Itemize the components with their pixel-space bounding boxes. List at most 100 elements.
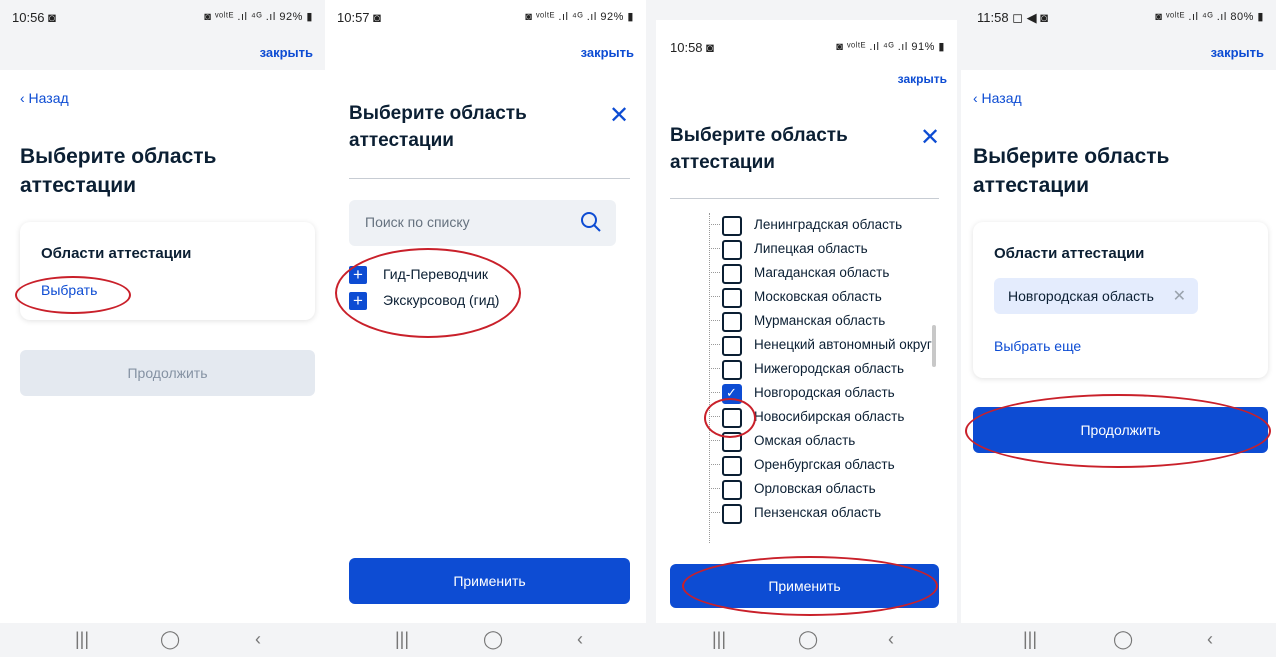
home-icon[interactable]: ◯ xyxy=(160,629,180,650)
close-link[interactable]: закрыть xyxy=(260,45,313,60)
region-label: Ленинградская область xyxy=(754,217,903,232)
status-icons: ◙ ᵛᵒˡᵗᴱ .ıl ⁴ᴳ .ıl 92% ▮ xyxy=(204,11,313,23)
screen-4: 11:58 ◻ ◀ ◙ ◙ ᵛᵒˡᵗᴱ .ıl ⁴ᴳ .ıl 80% ▮ зак… xyxy=(957,0,1276,657)
region-label: Новгородская область xyxy=(754,385,895,400)
checkbox-checked[interactable] xyxy=(722,384,742,404)
screen-3: 10:58 ◙ ◙ ᵛᵒˡᵗᴱ .ıl ⁴ᴳ .ıl 91% ▮ закрыть… xyxy=(646,0,957,657)
close-link[interactable]: закрыть xyxy=(1211,45,1264,60)
page-sheet: ‹ Назад Выберите область аттестации Обла… xyxy=(0,70,325,623)
region-item[interactable]: Нижегородская область xyxy=(696,357,936,381)
region-item[interactable]: Новосибирская область xyxy=(696,405,936,429)
checkbox[interactable] xyxy=(722,264,742,284)
region-item[interactable]: Московская область xyxy=(696,285,936,309)
close-link[interactable]: закрыть xyxy=(581,45,634,60)
select-link[interactable]: Выбрать xyxy=(41,282,97,298)
region-label: Нижегородская область xyxy=(754,361,905,376)
tree-branch xyxy=(709,464,720,465)
checkbox[interactable] xyxy=(722,504,742,524)
remove-icon[interactable]: ✕ xyxy=(1173,286,1186,306)
expand-icon[interactable]: + xyxy=(349,292,367,310)
checkbox[interactable] xyxy=(722,432,742,452)
tree-branch xyxy=(709,320,720,321)
nav-bar: ||| ◯ ‹ xyxy=(646,623,957,657)
region-label: Пензенская область xyxy=(754,505,882,520)
scrollbar[interactable] xyxy=(932,325,936,367)
page-title: Выберите область аттестации xyxy=(20,145,217,197)
tree-item-label: Экскурсовод (гид) xyxy=(383,292,500,308)
region-item[interactable]: Новгородская область xyxy=(696,381,936,405)
checkbox[interactable] xyxy=(722,360,742,380)
home-icon[interactable]: ◯ xyxy=(1113,629,1133,650)
region-item[interactable]: Липецкая область xyxy=(696,237,936,261)
region-label: Московская область xyxy=(754,289,882,304)
checkbox[interactable] xyxy=(722,480,742,500)
continue-button[interactable]: Продолжить xyxy=(973,407,1268,453)
checkbox[interactable] xyxy=(722,408,742,428)
region-label: Магаданская область xyxy=(754,265,890,280)
recents-icon[interactable]: ||| xyxy=(712,629,726,650)
home-icon[interactable]: ◯ xyxy=(483,629,503,650)
chip-label: Новгородская область xyxy=(1008,288,1154,304)
region-item[interactable]: Ненецкий автономный округ xyxy=(696,333,936,357)
continue-button[interactable]: Продолжить xyxy=(20,350,315,396)
region-item[interactable]: Магаданская область xyxy=(696,261,936,285)
checkbox[interactable] xyxy=(722,456,742,476)
tree-item-label: Гид-Переводчик xyxy=(383,266,489,282)
region-item[interactable]: Омская область xyxy=(696,429,936,453)
checkbox[interactable] xyxy=(722,240,742,260)
region-label: Мурманская область xyxy=(754,313,886,328)
select-more-link[interactable]: Выбрать еще xyxy=(994,338,1081,354)
screen-1: 10:56 ◙ ◙ ᵛᵒˡᵗᴱ .ıl ⁴ᴳ .ıl 92% ▮ закрыть… xyxy=(0,0,325,657)
region-item[interactable]: Пензенская область xyxy=(696,501,936,525)
recents-icon[interactable]: ||| xyxy=(75,629,89,650)
region-item[interactable]: Мурманская область xyxy=(696,309,936,333)
tree-branch xyxy=(709,224,720,225)
card-title: Области аттестации xyxy=(41,245,192,262)
region-label: Орловская область xyxy=(754,481,876,496)
nav-bar: ||| ◯ ‹ xyxy=(325,623,646,657)
screen-2: 10:57 ◙ ◙ ᵛᵒˡᵗᴱ .ıl ⁴ᴳ .ıl 92% ▮ закрыть… xyxy=(325,0,646,657)
close-icon[interactable]: ✕ xyxy=(920,126,940,150)
tree-branch xyxy=(709,344,720,345)
region-item[interactable]: Орловская область xyxy=(696,477,936,501)
search-icon[interactable] xyxy=(580,211,602,238)
region-list[interactable]: Ленинградская область Липецкая область Маг… xyxy=(696,213,936,543)
status-time: 10:56 ◙ xyxy=(12,10,56,25)
home-icon[interactable]: ◯ xyxy=(798,629,818,650)
back-icon[interactable]: ‹ xyxy=(1207,629,1213,650)
tree-branch xyxy=(709,488,720,489)
areas-card: Области аттестации Новгородская область … xyxy=(973,222,1268,378)
apply-button[interactable]: Применить xyxy=(349,558,630,604)
recents-icon[interactable]: ||| xyxy=(395,629,409,650)
search-placeholder: Поиск по списку xyxy=(365,214,470,230)
tree-branch xyxy=(709,296,720,297)
search-input[interactable]: Поиск по списку xyxy=(349,200,616,246)
status-icons: ◙ ᵛᵒˡᵗᴱ .ıl ⁴ᴳ .ıl 80% ▮ xyxy=(1155,11,1264,23)
tree-branch xyxy=(709,416,720,417)
back-icon[interactable]: ‹ xyxy=(888,629,894,650)
back-icon[interactable]: ‹ xyxy=(255,629,261,650)
back-link[interactable]: ‹ Назад xyxy=(20,90,69,106)
checkbox[interactable] xyxy=(722,312,742,332)
modal-title: Выберите область аттестации xyxy=(670,125,848,173)
recents-icon[interactable]: ||| xyxy=(1023,629,1037,650)
back-icon[interactable]: ‹ xyxy=(577,629,583,650)
apply-button[interactable]: Применить xyxy=(670,564,939,608)
areas-card: Области аттестации Выбрать xyxy=(20,222,315,320)
checkbox[interactable] xyxy=(722,216,742,236)
close-icon[interactable]: ✕ xyxy=(609,104,629,128)
checkbox[interactable] xyxy=(722,336,742,356)
divider xyxy=(670,198,939,199)
checkbox[interactable] xyxy=(722,288,742,308)
region-item[interactable]: Ленинградская область xyxy=(696,213,936,237)
region-label: Ненецкий автономный округ xyxy=(754,337,932,352)
region-item[interactable]: Оренбургская область xyxy=(696,453,936,477)
modal-title: Выберите область аттестации xyxy=(349,103,527,151)
close-link[interactable]: закрыть xyxy=(898,72,947,86)
tree-branch xyxy=(709,272,720,273)
expand-icon[interactable]: + xyxy=(349,266,367,284)
region-label: Новосибирская область xyxy=(754,409,905,424)
back-link[interactable]: ‹ Назад xyxy=(973,90,1022,106)
page-title: Выберите область аттестации xyxy=(973,145,1170,197)
status-time: 10:58 ◙ xyxy=(670,40,714,55)
